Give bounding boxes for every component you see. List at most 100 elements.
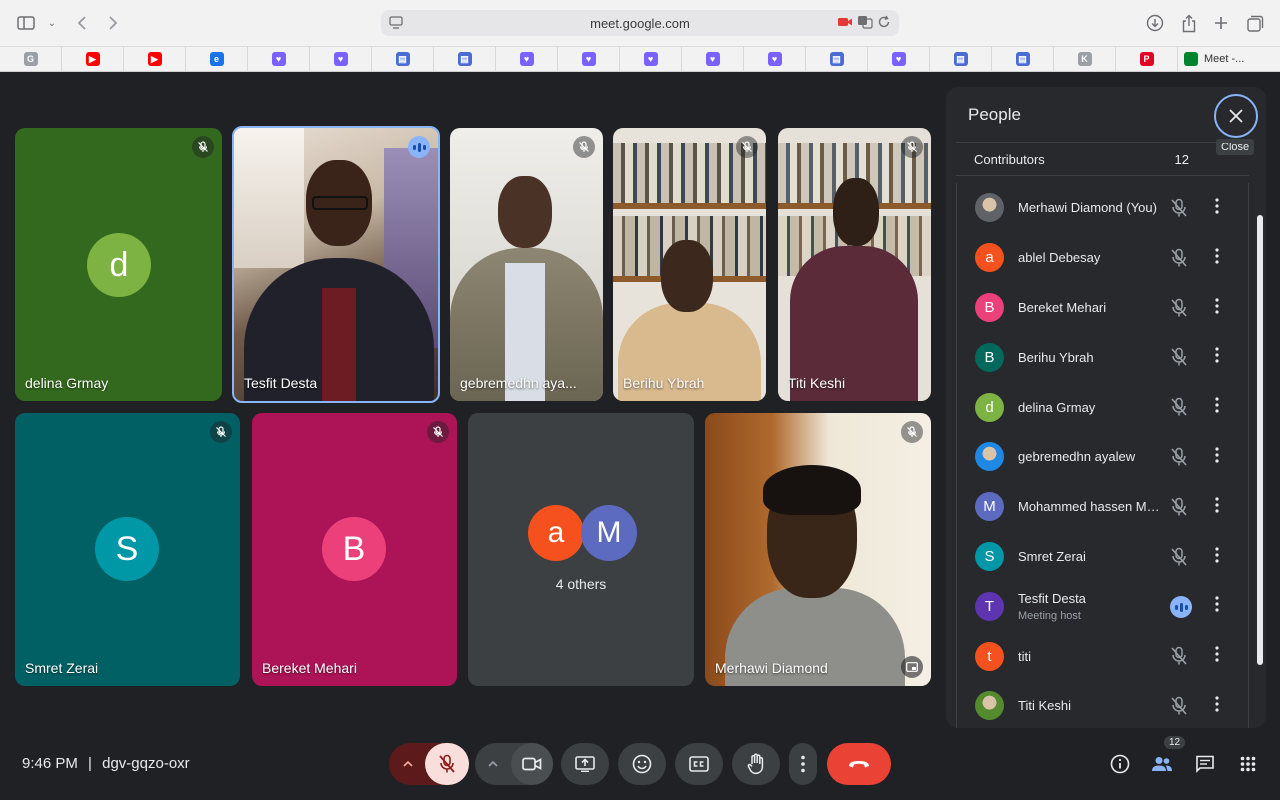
site-settings-icon[interactable] bbox=[389, 16, 403, 32]
participant-tile-berihu[interactable]: Berihu Ybrah bbox=[613, 128, 766, 401]
meet-tab[interactable]: Meet -... bbox=[1178, 47, 1274, 71]
shelf-board bbox=[613, 203, 766, 209]
muted-mic-icon[interactable] bbox=[1170, 646, 1188, 671]
participant-row[interactable]: T Tesfit Desta Meeting host bbox=[957, 581, 1248, 631]
address-bar[interactable]: meet.google.com bbox=[381, 10, 899, 36]
muted-mic-icon[interactable] bbox=[1170, 497, 1188, 522]
camera-in-use-icon[interactable] bbox=[837, 16, 853, 31]
bookmark-item[interactable]: e bbox=[186, 47, 248, 71]
bookmark-item[interactable]: ▶ bbox=[124, 47, 186, 71]
downloads-icon[interactable] bbox=[1143, 11, 1167, 35]
bookmark-item[interactable]: ♥ bbox=[248, 47, 310, 71]
participant-row[interactable]: B Berihu Ybrah bbox=[957, 332, 1248, 382]
speaking-indicator-icon[interactable] bbox=[1170, 596, 1192, 619]
close-panel-button[interactable] bbox=[1214, 94, 1258, 138]
sidebar-toggle-icon[interactable] bbox=[14, 11, 38, 35]
muted-mic-icon[interactable] bbox=[1170, 397, 1188, 422]
meeting-details-button[interactable] bbox=[1108, 752, 1132, 776]
participant-row[interactable]: Titi Keshi bbox=[957, 681, 1248, 728]
bookmark-item[interactable]: ♥ bbox=[744, 47, 806, 71]
participant-row[interactable]: a ablel Debesay bbox=[957, 233, 1248, 283]
bookmark-item[interactable]: ♥ bbox=[310, 47, 372, 71]
camera-button[interactable] bbox=[511, 743, 553, 785]
bookmark-item[interactable]: ♥ bbox=[558, 47, 620, 71]
new-tab-icon[interactable] bbox=[1209, 11, 1233, 35]
bookmark-item[interactable]: ▤ bbox=[930, 47, 992, 71]
participant-row[interactable]: M Mohammed hassen Mo... bbox=[957, 482, 1248, 532]
participant-tile-merhawi[interactable]: Merhawi Diamond bbox=[705, 413, 931, 686]
contributors-section-header[interactable]: Contributors 12 bbox=[956, 142, 1249, 176]
more-options-icon[interactable] bbox=[1215, 546, 1219, 568]
panel-scrollbar[interactable] bbox=[1257, 215, 1263, 665]
captions-button[interactable] bbox=[675, 743, 723, 785]
more-options-icon[interactable] bbox=[1215, 497, 1219, 518]
bookmark-item[interactable]: ▤ bbox=[434, 47, 496, 71]
activities-button[interactable] bbox=[1236, 752, 1260, 776]
share-icon[interactable] bbox=[1177, 11, 1201, 35]
bookmark-item[interactable]: ▶ bbox=[62, 47, 124, 71]
people-button[interactable] bbox=[1150, 752, 1174, 776]
bookmark-item[interactable]: ♥ bbox=[620, 47, 682, 71]
bookmark-item[interactable]: G bbox=[0, 47, 62, 71]
muted-mic-icon[interactable] bbox=[1170, 298, 1188, 323]
leave-call-button[interactable] bbox=[827, 743, 891, 785]
bookmark-item[interactable]: ▤ bbox=[806, 47, 868, 71]
participant-row[interactable]: Merhawi Diamond (You) bbox=[957, 183, 1248, 233]
present-screen-button[interactable] bbox=[561, 743, 609, 785]
muted-mic-icon[interactable] bbox=[1170, 248, 1188, 273]
participant-tile-titi-keshi[interactable]: Titi Keshi bbox=[778, 128, 931, 401]
participant-tile-tesfit[interactable]: Tesfit Desta bbox=[232, 126, 440, 403]
more-options-icon[interactable] bbox=[1215, 297, 1219, 319]
avatar bbox=[975, 193, 1004, 223]
more-options-icon[interactable] bbox=[1215, 347, 1219, 368]
more-options-icon[interactable] bbox=[1215, 596, 1219, 617]
mic-off-icon bbox=[439, 754, 455, 773]
bookmark-item[interactable]: P bbox=[1116, 47, 1178, 71]
reactions-button[interactable] bbox=[618, 743, 666, 785]
bookmark-item[interactable]: ♥ bbox=[682, 47, 744, 71]
k-icon: K bbox=[1077, 52, 1092, 66]
muted-mic-icon[interactable] bbox=[1170, 696, 1188, 721]
participant-tile-bereket[interactable]: B Bereket Mehari bbox=[252, 413, 457, 686]
back-icon[interactable] bbox=[70, 11, 94, 35]
more-options-icon[interactable] bbox=[1215, 646, 1219, 667]
translate-icon[interactable] bbox=[857, 15, 873, 32]
chat-button[interactable] bbox=[1193, 752, 1217, 776]
bookmark-item[interactable]: ▤ bbox=[372, 47, 434, 71]
more-options-icon[interactable] bbox=[1215, 447, 1219, 468]
participant-row[interactable]: d delina Grmay bbox=[957, 382, 1248, 432]
person-shirt bbox=[322, 288, 356, 401]
participant-tile-gebremedhn[interactable]: gebremedhn aya... bbox=[450, 128, 603, 401]
participant-row[interactable]: B Bereket Mehari bbox=[957, 283, 1248, 333]
more-options-icon[interactable] bbox=[1215, 397, 1219, 418]
bookmark-item[interactable]: ♥ bbox=[868, 47, 930, 71]
muted-mic-icon[interactable] bbox=[1170, 347, 1188, 372]
tab-overview-icon[interactable] bbox=[1243, 11, 1267, 35]
bookmark-item[interactable]: ▤ bbox=[992, 47, 1054, 71]
forward-icon[interactable] bbox=[101, 11, 125, 35]
more-options-button[interactable] bbox=[789, 743, 817, 785]
bookmark-item[interactable]: K bbox=[1054, 47, 1116, 71]
muted-mic-icon[interactable] bbox=[1170, 447, 1188, 472]
more-options-icon[interactable] bbox=[1215, 248, 1219, 269]
more-options-icon[interactable] bbox=[1215, 198, 1219, 219]
muted-mic-icon[interactable] bbox=[1170, 198, 1188, 223]
participant-row[interactable]: t titi bbox=[957, 631, 1248, 681]
others-tile[interactable]: a M 4 others bbox=[468, 413, 694, 686]
video-options-chevron-icon[interactable] bbox=[475, 743, 511, 785]
sidebar-menu-chevron-icon[interactable]: ⌄ bbox=[40, 11, 64, 35]
hang-up-icon bbox=[849, 761, 869, 768]
participant-name: gebremedhn ayalew bbox=[1018, 449, 1136, 465]
participant-tile-delina[interactable]: d delina Grmay bbox=[15, 128, 222, 401]
raise-hand-button[interactable] bbox=[732, 743, 780, 785]
reload-icon[interactable] bbox=[877, 15, 891, 32]
participant-tile-smret[interactable]: S Smret Zerai bbox=[15, 413, 240, 686]
audio-options-chevron-icon[interactable] bbox=[389, 743, 427, 785]
picture-in-picture-icon[interactable] bbox=[901, 656, 923, 678]
participant-row[interactable]: S Smret Zerai bbox=[957, 532, 1248, 582]
more-options-icon[interactable] bbox=[1215, 696, 1219, 717]
mic-off-button[interactable] bbox=[425, 743, 469, 785]
muted-mic-icon[interactable] bbox=[1170, 547, 1188, 572]
participant-row[interactable]: gebremedhn ayalew bbox=[957, 432, 1248, 482]
bookmark-item[interactable]: ♥ bbox=[496, 47, 558, 71]
